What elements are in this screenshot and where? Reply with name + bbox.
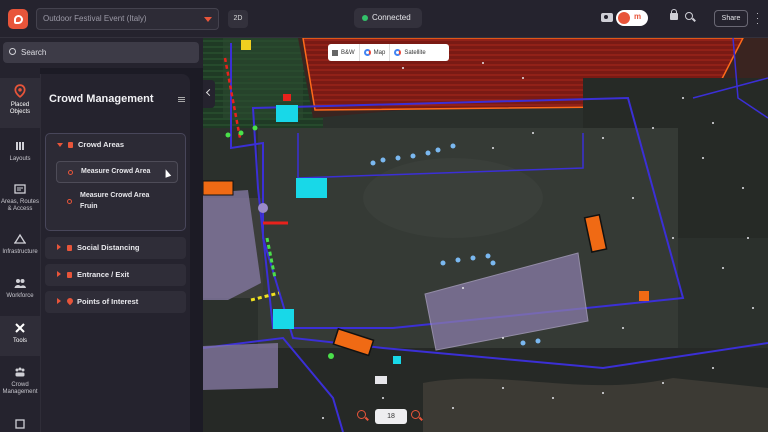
connection-status: Connected xyxy=(354,8,422,28)
tool-measure-crowd-area-fruin[interactable]: Measure Crowd Area Fruin xyxy=(56,190,178,216)
rail-label: Areas, Routes xyxy=(0,199,40,205)
toggle-text: m xyxy=(634,12,642,21)
door-icon xyxy=(67,272,72,278)
rail-label: Tools xyxy=(12,338,27,344)
rail-item-tools[interactable]: Tools xyxy=(0,316,40,356)
rail-label: Management xyxy=(2,389,38,395)
status-text: Connected xyxy=(372,13,411,22)
zoom-level[interactable]: 18 xyxy=(375,409,407,424)
project-select[interactable]: Outdoor Festival Event (Italy) xyxy=(36,8,219,30)
rail-label: Infrastructure xyxy=(2,249,38,255)
route-icon xyxy=(14,184,26,194)
tools-icon xyxy=(15,323,25,333)
layer-satellite-option[interactable]: Satellite xyxy=(390,44,429,61)
zoom-control: 18 xyxy=(355,408,427,426)
group-entrance-exit[interactable]: Entrance / Exit xyxy=(45,264,186,286)
map-canvas[interactable]: B&W Map Satellite 18 xyxy=(203,38,768,432)
rail-item-layouts[interactable]: Layouts xyxy=(0,140,40,170)
group-label: Social Distancing xyxy=(77,243,140,252)
app-logo[interactable] xyxy=(8,9,28,29)
rail-item-workforce[interactable]: Workforce xyxy=(0,277,40,305)
map-pin-icon xyxy=(14,84,26,98)
list-menu-icon[interactable] xyxy=(178,97,185,102)
crowd-icon xyxy=(15,367,25,377)
rail-label: Crowd xyxy=(11,382,29,388)
google-icon xyxy=(394,49,402,56)
group-label: Entrance / Exit xyxy=(77,270,130,279)
rail-item-placed-objects[interactable]: Placed Objects xyxy=(0,78,40,128)
rail-item-infrastructure[interactable]: Infrastructure xyxy=(0,233,40,261)
rail-label: & Access xyxy=(7,206,33,212)
chevron-right-icon xyxy=(57,271,61,277)
chevron-right-icon xyxy=(57,244,61,250)
group-label: Crowd Areas xyxy=(78,140,124,149)
view-mode-button[interactable]: 2D xyxy=(228,10,248,28)
collapse-panel-button[interactable] xyxy=(203,80,215,108)
group-crowd-areas-header[interactable]: Crowd Areas xyxy=(46,134,187,156)
layer-map-label: Map xyxy=(373,49,386,56)
tool-measure-crowd-area[interactable]: Measure Crowd Area xyxy=(56,161,178,183)
left-rail: Placed Objects Layouts Areas, Routes & A… xyxy=(0,68,40,432)
lock-icon[interactable] xyxy=(670,9,678,20)
group-points-of-interest[interactable]: Points of Interest xyxy=(45,291,186,313)
layer-bw-label: B&W xyxy=(341,49,355,56)
rail-label: Workforce xyxy=(6,293,34,299)
rail-item-more[interactable] xyxy=(0,418,40,432)
group-crowd-areas: Crowd Areas Measure Crowd Area Measure C… xyxy=(45,133,186,231)
tent-icon xyxy=(14,233,26,244)
map-pin-icon xyxy=(65,296,75,306)
map-layer-switch[interactable]: B&W Map Satellite xyxy=(328,44,449,61)
rail-item-areas-routes[interactable]: Areas, Routes & Access xyxy=(0,183,40,215)
rail-item-crowd-management[interactable]: Crowd Management xyxy=(0,366,40,406)
tool-label: Fruin xyxy=(80,203,98,210)
google-icon xyxy=(363,49,371,56)
group-label: Points of Interest xyxy=(77,297,139,306)
tool-label: Measure Crowd Area xyxy=(81,168,151,175)
layers-icon xyxy=(16,142,24,150)
mode-toggle[interactable]: m xyxy=(616,10,648,26)
toggle-knob xyxy=(618,12,630,24)
grid-icon xyxy=(15,419,25,429)
search-icon[interactable] xyxy=(685,12,693,20)
group-social-distancing[interactable]: Social Distancing xyxy=(45,237,186,259)
search-icon xyxy=(9,48,16,55)
share-button[interactable]: Share xyxy=(714,10,748,27)
social-distancing-icon xyxy=(67,245,72,251)
zoom-in-button[interactable] xyxy=(411,410,423,422)
panel-title: Crowd Management xyxy=(49,93,154,105)
radio-icon xyxy=(68,170,73,175)
rail-label: Placed xyxy=(10,102,30,108)
rail-label: Objects xyxy=(9,109,31,115)
layer-map-option[interactable]: Map xyxy=(360,44,391,61)
crowd-management-panel: Crowd Management Crowd Areas Measure Cro… xyxy=(40,74,190,432)
crowd-areas-icon xyxy=(68,142,73,148)
chevron-down-icon xyxy=(57,143,63,147)
camera-icon[interactable] xyxy=(601,13,613,22)
top-bar: Outdoor Festival Event (Italy) 2D Connec… xyxy=(0,0,768,38)
layer-bw-option[interactable]: B&W xyxy=(328,44,360,61)
radio-icon xyxy=(67,199,72,204)
more-vertical-icon[interactable]: · · · xyxy=(756,9,762,28)
chevron-right-icon xyxy=(57,298,61,304)
search-box xyxy=(3,42,199,63)
rail-label: Layouts xyxy=(9,156,31,162)
status-dot-icon xyxy=(362,15,368,21)
zoom-out-button[interactable] xyxy=(357,410,369,422)
layer-satellite-label: Satellite xyxy=(404,49,426,56)
tool-label: Measure Crowd Area xyxy=(80,192,150,199)
sidebar-search xyxy=(0,38,203,68)
people-icon xyxy=(14,279,26,288)
chevron-down-icon xyxy=(204,17,212,22)
project-name: Outdoor Festival Event (Italy) xyxy=(43,14,147,23)
bw-icon xyxy=(332,49,338,56)
search-input[interactable] xyxy=(21,45,191,60)
